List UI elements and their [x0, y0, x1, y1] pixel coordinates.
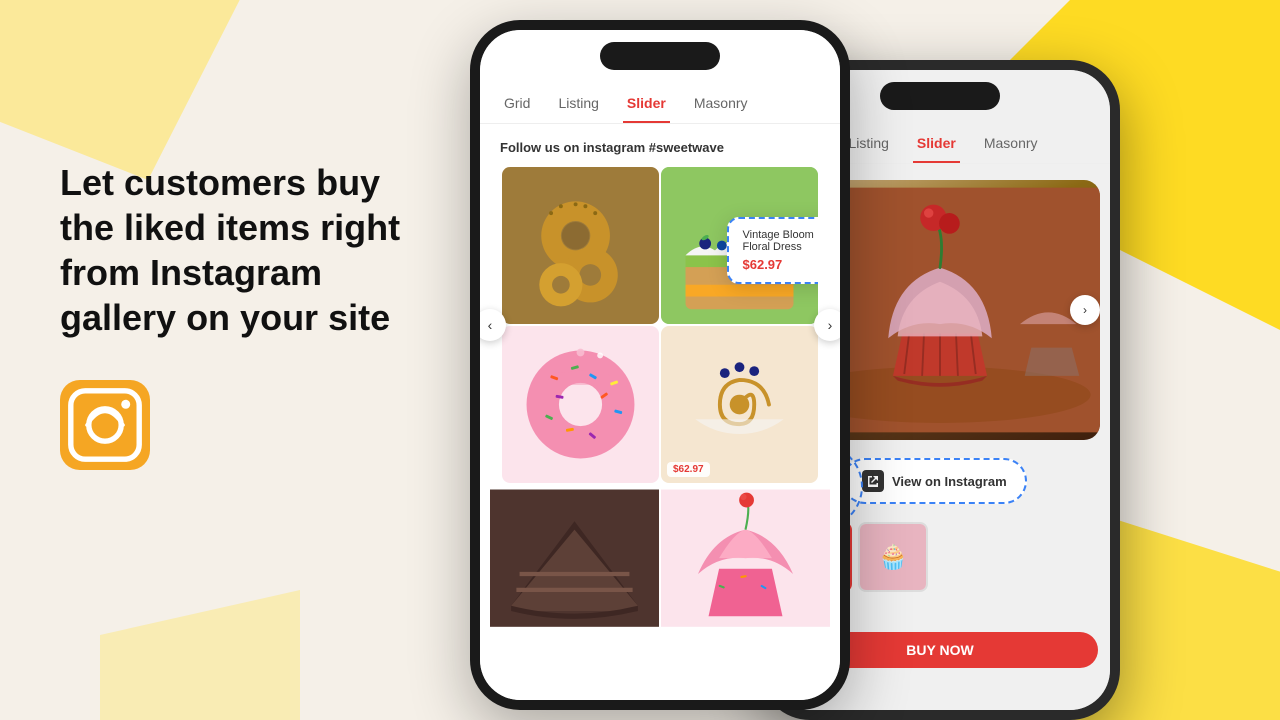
follow-text: Follow us on instagram #sweetwave	[480, 140, 840, 155]
tab-listing-ph2[interactable]: Listing	[844, 125, 892, 163]
tab-listing-ph1[interactable]: Listing	[554, 85, 602, 123]
thumbnail-img-2: 🧁	[860, 524, 926, 590]
left-section: Let customers buy the liked items right …	[60, 160, 440, 475]
grid-item-3[interactable]	[502, 326, 659, 483]
phones-container: Grid Listing Slider Masonry	[420, 0, 1280, 720]
bottom-grid	[480, 485, 840, 629]
pink-donut-img	[502, 326, 659, 483]
instagram-logo-icon	[60, 380, 150, 470]
product-price: $62.97	[743, 257, 819, 272]
tab-masonry-ph1[interactable]: Masonry	[690, 85, 752, 123]
phone-1-screen: Grid Listing Slider Masonry Follow us on…	[480, 30, 840, 700]
view-on-instagram-button[interactable]: View on Instagram	[842, 458, 1027, 504]
slider-area: ‹	[480, 167, 840, 483]
slider-next-arrow[interactable]: ›	[814, 309, 840, 341]
external-link-icon	[862, 470, 884, 492]
main-heading: Let customers buy the liked items right …	[60, 160, 440, 340]
price-overlay-roll: $62.97	[667, 462, 710, 477]
phone-1-notch	[600, 42, 720, 70]
phone-1-mockup: Grid Listing Slider Masonry Follow us on…	[470, 20, 850, 710]
thumbnail-cupcake-2[interactable]: 🧁	[858, 522, 928, 592]
ph2-next-arrow[interactable]: ›	[1070, 295, 1100, 325]
cake-roll-img	[661, 326, 818, 483]
food-grid: 🖱 Vintage Bloom Floral Dress $62.97	[490, 167, 830, 483]
phone-1-tabs: Grid Listing Slider Masonry	[480, 85, 840, 124]
bg-shape-bottom-left	[100, 590, 300, 720]
grid-item-6[interactable]	[661, 487, 830, 629]
product-name: Vintage Bloom Floral Dress	[743, 229, 819, 253]
view-instagram-label: View on Instagram	[892, 474, 1007, 489]
product-popup: 🖱 Vintage Bloom Floral Dress $62.97	[727, 217, 819, 284]
donut-gold-img	[502, 167, 659, 324]
tab-grid-ph1[interactable]: Grid	[500, 85, 534, 123]
grid-item-2[interactable]: 🖱 Vintage Bloom Floral Dress $62.97	[661, 167, 818, 324]
grid-item-1[interactable]	[502, 167, 659, 324]
tab-masonry-ph2[interactable]: Masonry	[980, 125, 1042, 163]
grid-item-4[interactable]: $62.97	[661, 326, 818, 483]
phone-2-notch	[880, 82, 1000, 110]
tab-slider-ph1[interactable]: Slider	[623, 85, 670, 123]
bg-shape-top-left	[0, 0, 260, 180]
tab-slider-ph2[interactable]: Slider	[913, 125, 960, 163]
grid-item-5[interactable]	[490, 487, 659, 629]
